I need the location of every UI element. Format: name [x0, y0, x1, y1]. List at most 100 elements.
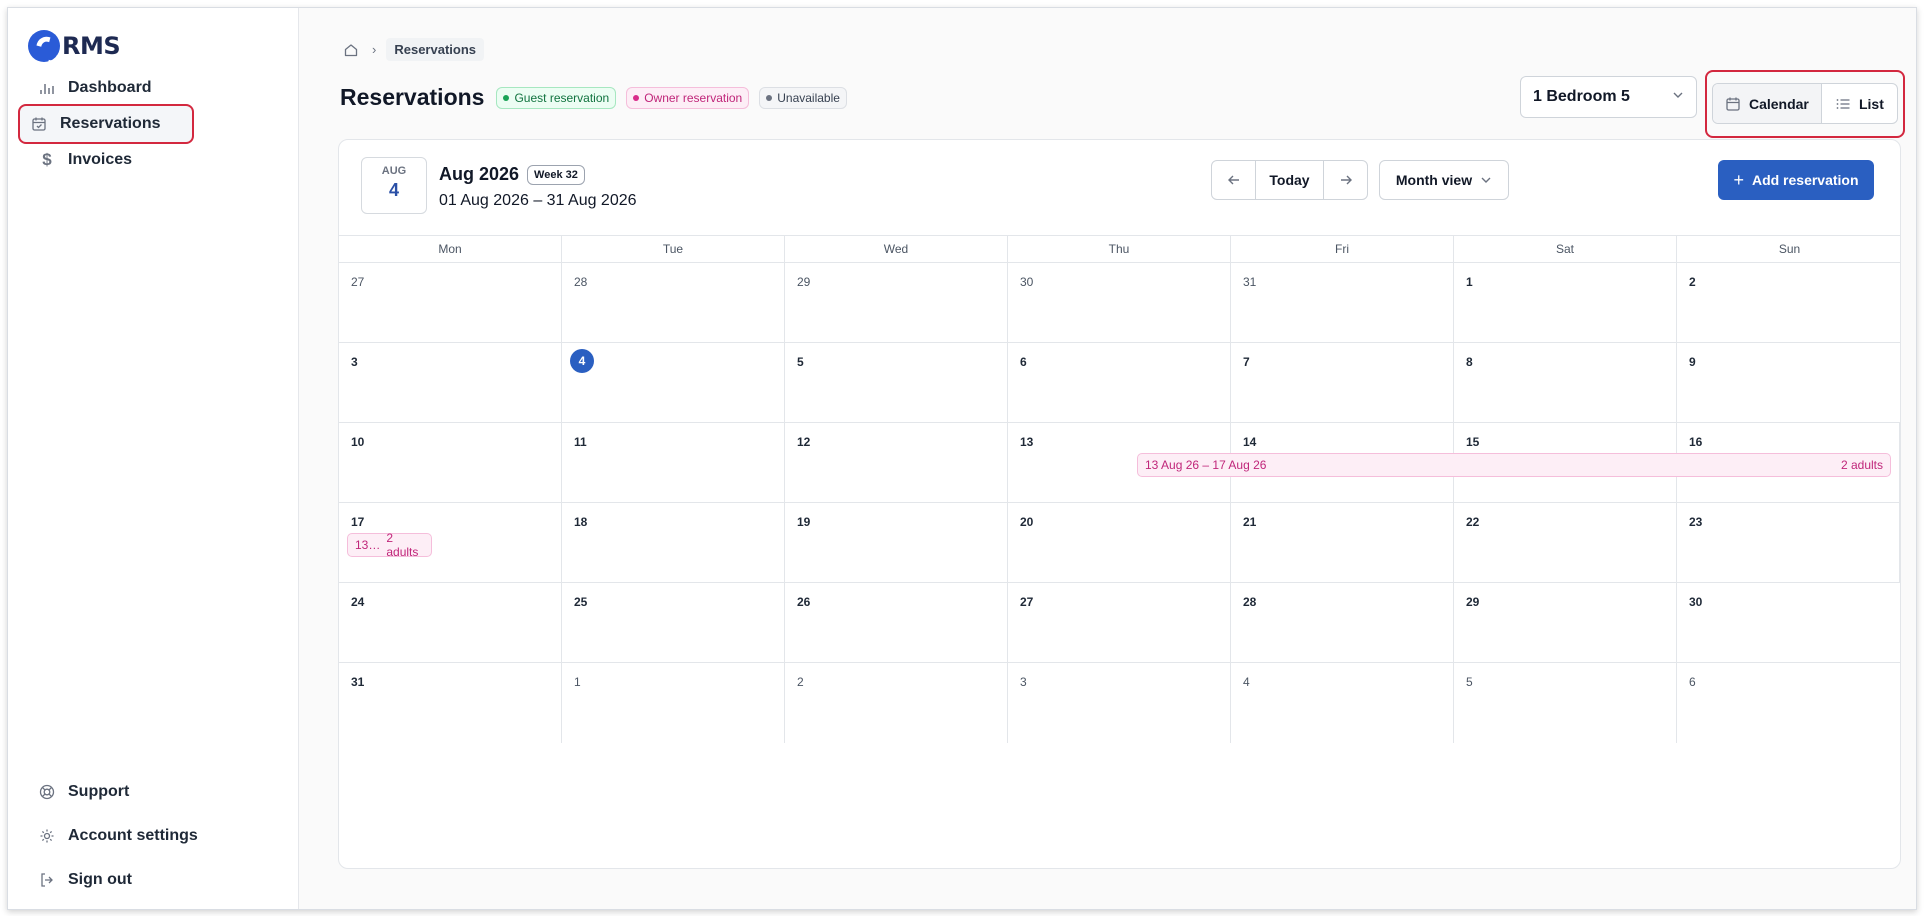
day-number: 3: [351, 355, 358, 369]
day-cell[interactable]: 26: [785, 583, 1008, 662]
weekday-label: Tue: [562, 236, 785, 262]
day-cell[interactable]: 30: [1008, 263, 1231, 342]
day-cell[interactable]: 3: [339, 343, 562, 422]
breadcrumb: › Reservations: [340, 38, 484, 61]
dot-icon: [633, 94, 640, 101]
day-cell[interactable]: 12: [785, 423, 1008, 502]
day-cell[interactable]: 7: [1231, 343, 1454, 422]
list-view-button[interactable]: List: [1822, 84, 1897, 123]
sidebar-item-sign-out[interactable]: Sign out: [28, 862, 132, 898]
day-cell[interactable]: 19: [785, 503, 1008, 582]
calendar-view-button[interactable]: Calendar: [1713, 84, 1822, 123]
day-cell[interactable]: 3: [1008, 663, 1231, 743]
rms-logo[interactable]: RMS: [28, 28, 121, 64]
sidebar-item-support[interactable]: Support: [28, 774, 129, 810]
day-cell[interactable]: 18: [562, 503, 785, 582]
owner-reservation-continuation[interactable]: 13… 2 adults: [347, 531, 432, 559]
day-cell[interactable]: 5: [1454, 663, 1677, 743]
day-cell[interactable]: 2: [1677, 263, 1900, 342]
week-row: 27 28 29 30 31 1 2: [339, 263, 1900, 343]
plus-icon: +: [1733, 169, 1744, 190]
week-row: 10 11 12 13 14 15 16 13 Aug 26 – 17 Aug …: [339, 423, 1900, 503]
list-icon: [1835, 96, 1851, 112]
next-period-button[interactable]: [1324, 161, 1367, 199]
sidebar-item-dashboard[interactable]: Dashboard: [28, 70, 152, 106]
bar-chart-icon: [38, 79, 56, 97]
day-cell[interactable]: 22: [1454, 503, 1677, 582]
period-navigation: Today: [1211, 160, 1368, 200]
home-icon[interactable]: [340, 39, 362, 61]
day-cell[interactable]: 27: [339, 263, 562, 342]
sidebar: RMS Dashboard Reservations $ Invoices Su…: [8, 8, 299, 909]
day-cell[interactable]: 5: [785, 343, 1008, 422]
owner-reservation-bar[interactable]: 13 Aug 26 – 17 Aug 26 2 adults: [1137, 453, 1891, 477]
day-cell[interactable]: 21: [1231, 503, 1454, 582]
day-number: 8: [1466, 355, 1473, 369]
day-cell[interactable]: 20: [1008, 503, 1231, 582]
today-button[interactable]: Today: [1255, 161, 1324, 199]
day-cell-today[interactable]: 4: [562, 343, 785, 422]
day-cell[interactable]: 8: [1454, 343, 1677, 422]
day-cell[interactable]: 25: [562, 583, 785, 662]
day-number: 2: [797, 675, 804, 689]
day-number: 27: [351, 275, 365, 289]
weekday-label: Mon: [339, 236, 562, 262]
day-cell[interactable]: 31: [1231, 263, 1454, 342]
view-mode-value: Month view: [1395, 172, 1473, 188]
date-box-day: 4: [388, 180, 399, 200]
day-cell[interactable]: 6: [1008, 343, 1231, 422]
dot-icon: [766, 94, 773, 101]
property-select-value: 1 Bedroom 5: [1533, 88, 1630, 105]
day-cell[interactable]: 28: [562, 263, 785, 342]
day-cell[interactable]: 6: [1677, 663, 1900, 743]
sidebar-item-invoices[interactable]: $ Invoices: [28, 142, 132, 178]
previous-period-button[interactable]: [1212, 161, 1255, 199]
day-cell[interactable]: 1: [1454, 263, 1677, 342]
breadcrumb-current[interactable]: Reservations: [386, 38, 484, 61]
day-cell[interactable]: 30: [1677, 583, 1900, 662]
day-number: 4: [1243, 675, 1250, 689]
day-cell[interactable]: 11: [562, 423, 785, 502]
weekday-label: Sun: [1778, 242, 1801, 256]
day-number: 1: [574, 675, 581, 689]
day-number: 24: [351, 595, 365, 609]
sidebar-item-label: Sign out: [68, 871, 132, 888]
add-reservation-button[interactable]: + Add reservation: [1718, 160, 1874, 200]
day-number: 28: [574, 275, 588, 289]
day-cell[interactable]: 28: [1231, 583, 1454, 662]
day-cell[interactable]: 9: [1677, 343, 1900, 422]
day-cell[interactable]: 23: [1677, 503, 1900, 582]
day-cell[interactable]: 1: [562, 663, 785, 743]
day-cell[interactable]: 29: [1454, 583, 1677, 662]
day-cell[interactable]: 29: [785, 263, 1008, 342]
property-select[interactable]: 1 Bedroom 5: [1520, 76, 1697, 118]
day-cell[interactable]: 31: [339, 663, 562, 743]
day-number: 11: [574, 435, 587, 449]
day-cell[interactable]: 27: [1008, 583, 1231, 662]
title-row: Reservations Guest reservation Owner res…: [340, 84, 857, 111]
day-number: 31: [1243, 275, 1257, 289]
day-cell[interactable]: 10: [339, 423, 562, 502]
day-number: 20: [1020, 515, 1034, 529]
sidebar-item-label: Account settings: [68, 827, 198, 844]
sidebar-item-reservations[interactable]: Reservations: [20, 106, 192, 142]
day-cell[interactable]: 4: [1231, 663, 1454, 743]
week-row: 3 4 5 6 7 8 9: [339, 343, 1900, 423]
week-row: 17 18 19 20 21 22 23 13… 2 adults: [339, 503, 1900, 583]
weekday-label: Wed: [785, 236, 1008, 262]
day-number: 27: [1020, 595, 1034, 609]
day-cell[interactable]: 24: [339, 583, 562, 662]
lifebuoy-icon: [38, 783, 56, 801]
day-number: 22: [1466, 515, 1480, 529]
day-number: 26: [797, 595, 811, 609]
legend-label: Guest reservation: [514, 90, 610, 105]
view-mode-select[interactable]: Month view: [1379, 160, 1509, 200]
today-day-number: 4: [570, 349, 594, 373]
view-toggle: Calendar List: [1712, 83, 1898, 124]
day-cell[interactable]: 2: [785, 663, 1008, 743]
app-window: RMS Dashboard Reservations $ Invoices Su…: [7, 7, 1917, 910]
legend-label: Unavailable: [777, 90, 840, 105]
day-number: 19: [797, 515, 811, 529]
sidebar-item-label: Support: [68, 783, 130, 800]
sidebar-item-account-settings[interactable]: Account settings: [28, 818, 198, 854]
